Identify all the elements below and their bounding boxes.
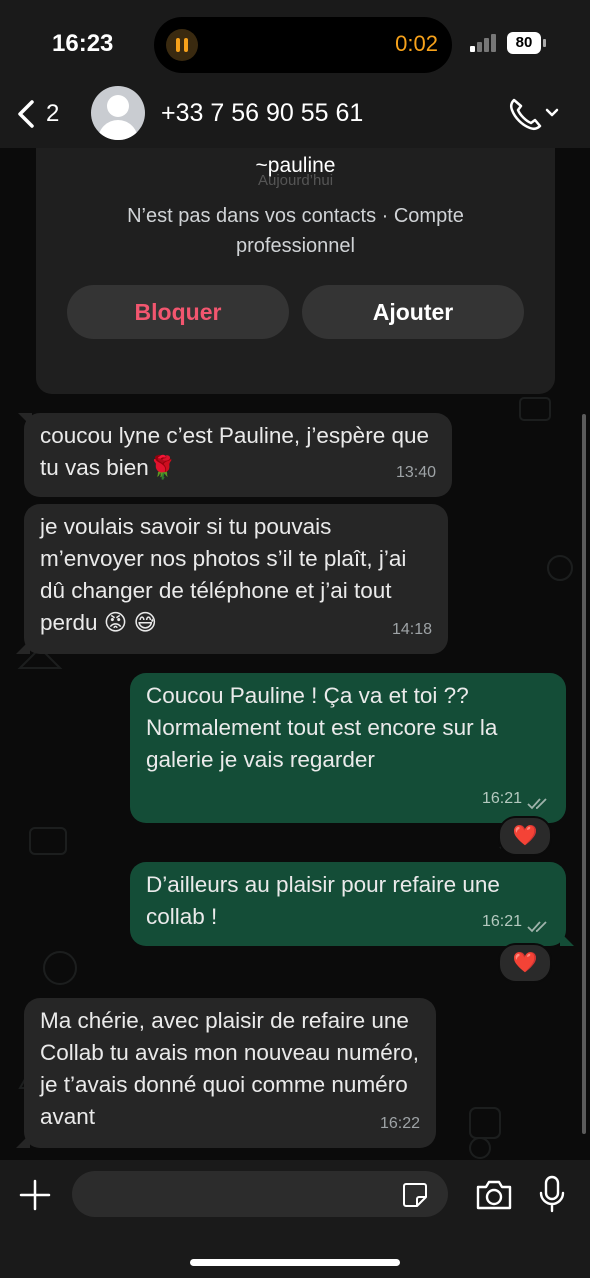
message-composer	[0, 1160, 590, 1278]
message-input[interactable]	[72, 1171, 448, 1217]
back-unread-count[interactable]: 2	[46, 100, 59, 128]
camera-icon[interactable]	[474, 1177, 514, 1213]
message-bubble-outgoing[interactable]: D’ailleurs au plaisir pour refaire une c…	[130, 862, 574, 946]
message-bubble-incoming[interactable]: je voulais savoir si tu pouvais m’envoye…	[16, 504, 448, 654]
message-bubble-incoming[interactable]: Ma chérie, avec plaisir de refaire une C…	[16, 998, 436, 1148]
status-time: 16:23	[52, 30, 114, 57]
message-text: Ma chérie, avec plaisir de refaire une C…	[40, 1008, 419, 1129]
chat-area[interactable]: Aujourd’hui ~pauline N’est pas dans vos …	[0, 148, 590, 1160]
double-check-read-icon	[527, 798, 547, 810]
message-text: Coucou Pauline ! Ça va et toi ?? Normale…	[146, 683, 498, 772]
scroll-indicator[interactable]	[582, 414, 586, 1134]
message-text: coucou lyne c’est Pauline, j’espère que …	[40, 423, 429, 480]
message-text: je voulais savoir si tu pouvais m’envoye…	[40, 514, 407, 635]
microphone-icon[interactable]	[536, 1174, 568, 1214]
battery-icon: 80	[507, 32, 546, 54]
avatar-placeholder-icon[interactable]	[91, 86, 145, 140]
message-time: 16:21	[481, 913, 522, 930]
status-bar: 16:23 0:02 80	[0, 0, 590, 80]
signal-icon	[470, 34, 498, 52]
message-time: 16:21	[481, 790, 522, 807]
double-check-read-icon	[527, 921, 547, 933]
plus-icon[interactable]	[18, 1178, 52, 1212]
back-chevron-icon[interactable]	[10, 94, 50, 134]
dynamic-island[interactable]: 0:02	[154, 17, 452, 73]
block-button[interactable]: Bloquer	[67, 285, 289, 339]
message-time: 14:18	[391, 621, 432, 638]
message-bubble-incoming[interactable]: coucou lyne c’est Pauline, j’espère que …	[18, 413, 452, 497]
sticker-icon[interactable]	[401, 1181, 429, 1209]
home-indicator[interactable]	[190, 1259, 400, 1266]
heart-reaction-icon[interactable]: ❤️	[498, 816, 552, 856]
heart-reaction-icon[interactable]: ❤️	[498, 943, 552, 983]
contact-status-description: N’est pas dans vos contacts · Compte pro…	[127, 205, 464, 257]
unknown-contact-card: Aujourd’hui ~pauline N’est pas dans vos …	[36, 148, 555, 394]
contact-display-name: ~pauline	[255, 154, 336, 177]
contact-name[interactable]: +33 7 56 90 55 61	[161, 99, 363, 128]
message-bubble-outgoing[interactable]: Coucou Pauline ! Ça va et toi ?? Normale…	[130, 673, 566, 823]
chevron-down-icon	[545, 108, 559, 117]
message-time: 16:22	[379, 1115, 420, 1132]
message-time: 13:40	[395, 464, 436, 481]
pause-icon[interactable]	[166, 29, 198, 61]
phone-call-icon[interactable]	[506, 94, 562, 134]
recording-time: 0:02	[395, 31, 438, 56]
add-contact-button[interactable]: Ajouter	[302, 285, 524, 339]
chat-header: 2 +33 7 56 90 55 61	[0, 80, 590, 148]
